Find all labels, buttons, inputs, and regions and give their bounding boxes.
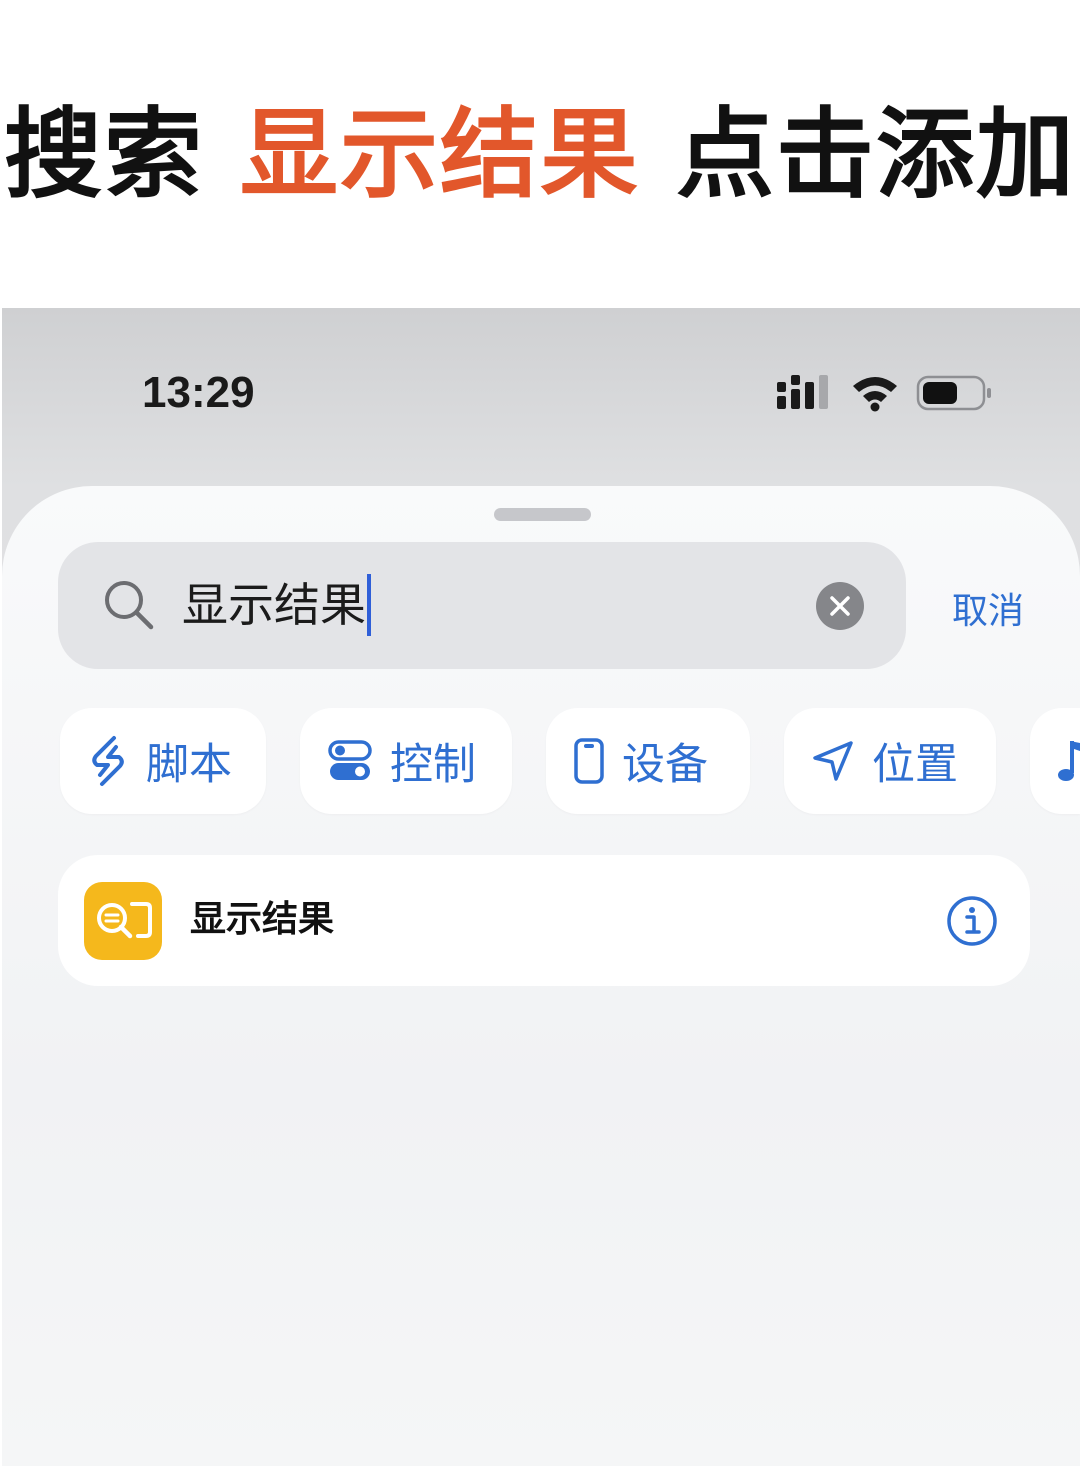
script-icon: [88, 735, 128, 787]
signal-icon: [777, 375, 828, 409]
headline-tap-add: 点击添加: [676, 98, 1077, 212]
category-chip-location[interactable]: 位置: [784, 708, 996, 814]
chip-label: 设备: [622, 740, 708, 790]
result-label: 显示结果: [190, 899, 335, 940]
chip-label: 位置: [872, 740, 958, 790]
category-chip-script[interactable]: 脚本: [60, 708, 266, 814]
search-input-value: 显示结果: [182, 578, 366, 632]
search-input[interactable]: 显示结果: [182, 572, 371, 638]
chip-label: 脚本: [146, 740, 232, 790]
close-icon: [830, 596, 850, 616]
text-caret: [367, 574, 371, 636]
show-result-icon: [84, 882, 162, 960]
music-note-icon: [1058, 739, 1080, 783]
cancel-button[interactable]: 取消: [952, 582, 1024, 634]
clear-search-button[interactable]: [816, 582, 864, 630]
search-bar[interactable]: 显示结果: [58, 542, 906, 669]
category-chip-music[interactable]: [1030, 708, 1080, 814]
chip-label: 控制: [390, 740, 476, 790]
search-icon: [102, 578, 156, 636]
info-button[interactable]: [946, 895, 998, 951]
result-row-show-result[interactable]: 显示结果: [58, 855, 1030, 986]
phone-icon: [574, 738, 604, 784]
wifi-icon: [853, 377, 897, 412]
headline: 搜索 显示结果 点击添加: [0, 95, 1080, 215]
headline-search: 搜索: [3, 98, 204, 212]
headline-action-name: 显示结果: [239, 98, 640, 212]
status-icons: [777, 374, 997, 414]
info-icon: [947, 896, 997, 946]
sheet-grabber[interactable]: [494, 508, 591, 521]
category-chip-device[interactable]: 设备: [546, 708, 750, 814]
category-chip-control[interactable]: 控制: [300, 708, 512, 814]
battery-icon: [916, 375, 991, 411]
phone-screen: 13:29 显示结果 取消 脚本 控制 设备 位置 显示结果: [2, 308, 1080, 1466]
status-time: 13:29: [142, 368, 255, 417]
location-arrow-icon: [812, 740, 854, 782]
shortcut-action-sheet: 显示结果 取消 脚本 控制 设备 位置 显示结果: [2, 486, 1080, 1466]
toggle-icon: [328, 740, 372, 782]
